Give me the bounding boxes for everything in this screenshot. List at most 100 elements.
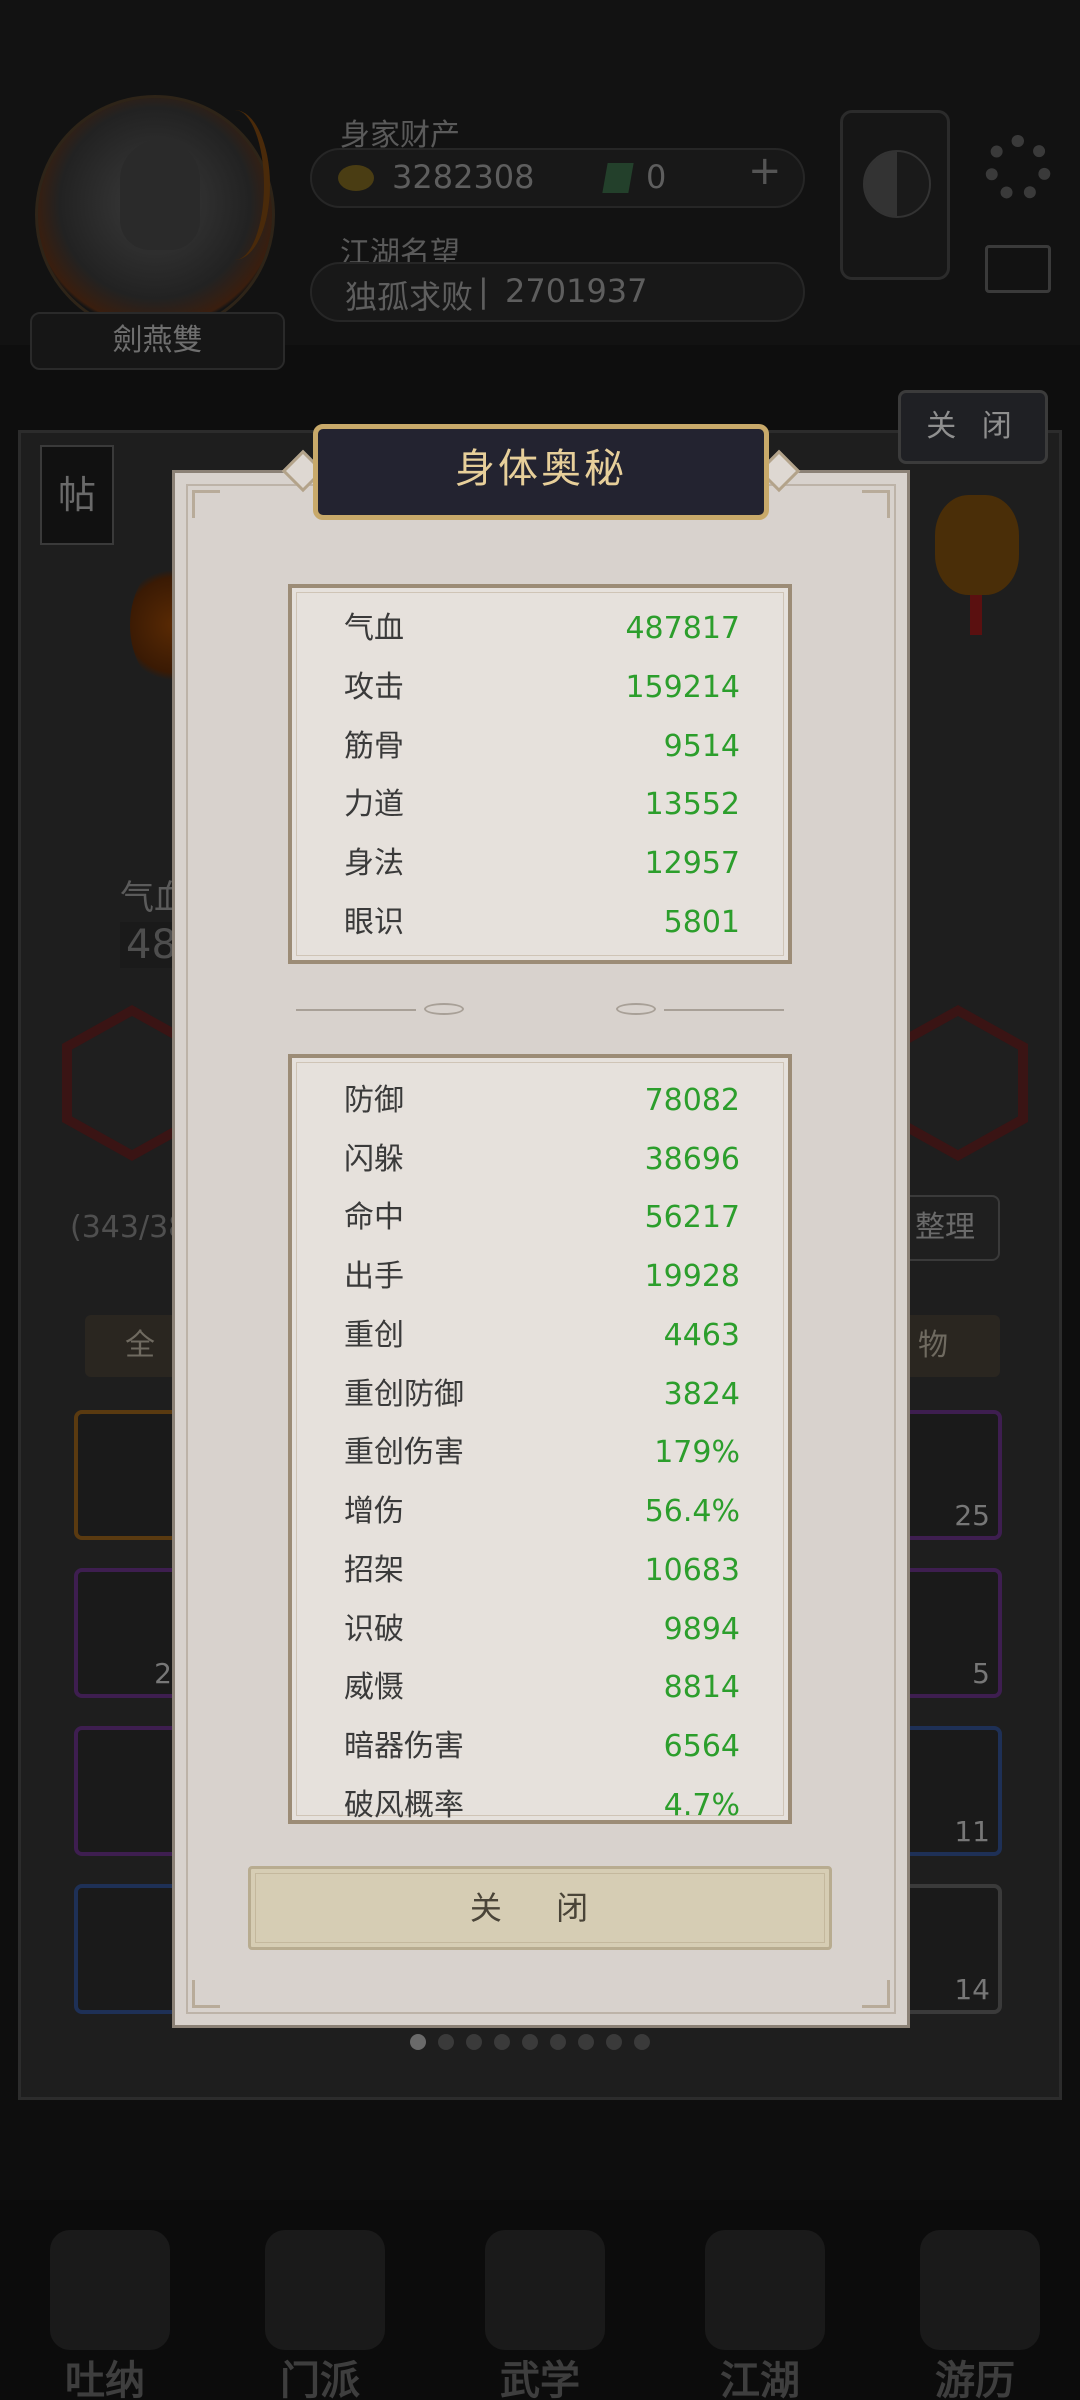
stat-value: 487817 [625, 611, 740, 646]
tuna-icon [50, 2230, 170, 2350]
nav-label: 门派 [280, 2358, 360, 2400]
slot-count: 11 [954, 1815, 990, 1848]
nav-label: 江湖 [720, 2358, 800, 2400]
inventory-slot[interactable] [74, 1884, 184, 2014]
nav-sect[interactable]: 门派 [245, 2230, 395, 2400]
divider-line [664, 1009, 784, 1011]
panel-close-button[interactable]: 关 闭 [898, 390, 1048, 464]
stat-value: 159214 [625, 670, 740, 705]
forbidden-lantern-icon[interactable] [935, 495, 1019, 595]
page-dot[interactable] [466, 2034, 482, 2050]
stat-label: 命中 [344, 1200, 404, 1235]
slot-count: 14 [954, 1973, 990, 2006]
page-dot[interactable] [606, 2034, 622, 2050]
nav-label: 武学 [500, 2358, 580, 2400]
sect-icon [265, 2230, 385, 2350]
jade-icon [602, 163, 634, 193]
stat-label: 出手 [344, 1259, 404, 1294]
stat-value: 10683 [644, 1553, 740, 1588]
page-dot[interactable] [410, 2034, 426, 2050]
stat-value: 179% [654, 1435, 740, 1470]
stat-row: 防御 78082 [344, 1072, 740, 1130]
stat-label: 暗器伤害 [344, 1729, 464, 1764]
dialog-close-button[interactable]: 关 闭 [248, 1866, 832, 1950]
page-dot[interactable] [494, 2034, 510, 2050]
page-dot[interactable] [438, 2034, 454, 2050]
stat-row: 招架 10683 [344, 1542, 740, 1600]
stat-row: 身法 12957 [344, 835, 740, 893]
stat-label: 攻击 [344, 670, 404, 705]
stat-value: 5801 [663, 905, 740, 940]
gold-amount: 3282308 [392, 158, 535, 196]
divider-swirl [616, 1003, 656, 1015]
page-dot[interactable] [578, 2034, 594, 2050]
martial-arts-icon [485, 2230, 605, 2350]
stat-row: 闪躲 38696 [344, 1131, 740, 1189]
stat-row: 破风概率 4.7% [344, 1777, 740, 1823]
dialog-title: 身体奥秘 [455, 446, 627, 492]
stat-label: 力道 [344, 787, 404, 822]
stat-label: 重创伤害 [344, 1435, 464, 1470]
stat-value: 6564 [663, 1729, 740, 1764]
nav-jianghu[interactable]: 江湖 [685, 2230, 835, 2400]
stat-value: 78082 [644, 1083, 740, 1118]
corner-ornament [862, 1980, 890, 2008]
slot-count: 25 [954, 1499, 990, 1532]
add-currency-icon[interactable]: + [748, 148, 782, 194]
stat-row: 命中 56217 [344, 1189, 740, 1247]
player-name: 劍燕雙 [30, 312, 285, 370]
lantern-tassel [970, 595, 982, 635]
page-dot[interactable] [522, 2034, 538, 2050]
stat-row: 威慑 8814 [344, 1659, 740, 1717]
stat-row: 攻击 159214 [344, 659, 740, 717]
section-divider [296, 1003, 784, 1017]
stat-label: 重创 [344, 1318, 404, 1353]
stat-label: 闪躲 [344, 1142, 404, 1177]
stat-label: 破风概率 [344, 1788, 464, 1823]
slot-count: 5 [972, 1657, 990, 1690]
secondary-stats-list[interactable]: 防御 78082 闪躲 38696 命中 56217 出手 19928 重创 4… [288, 1054, 792, 1824]
inventory-slot[interactable] [74, 1410, 184, 1540]
stat-value: 56217 [644, 1200, 740, 1235]
stat-value: 13552 [644, 787, 740, 822]
nav-label: 吐纳 [65, 2358, 145, 2400]
travel-icon [920, 2230, 1040, 2350]
avatar-portrait [120, 140, 200, 250]
stat-row: 筋骨 9514 [344, 718, 740, 776]
stat-label: 气血 [344, 611, 404, 646]
stat-row: 暗器伤害 6564 [344, 1718, 740, 1776]
stat-label: 身法 [344, 846, 404, 881]
stat-label: 招架 [344, 1553, 404, 1588]
taiji-icon [863, 150, 931, 218]
stat-value: 8814 [663, 1670, 740, 1705]
stat-value: 9894 [663, 1612, 740, 1647]
stat-row: 力道 13552 [344, 776, 740, 834]
stat-label: 防御 [344, 1083, 404, 1118]
slot-count: 2 [154, 1657, 172, 1690]
inventory-count: (343/38 [70, 1210, 188, 1245]
inventory-slot[interactable]: 2 [74, 1568, 184, 1698]
stat-label: 筋骨 [344, 729, 404, 764]
stat-value: 12957 [644, 846, 740, 881]
stat-value: 9514 [663, 729, 740, 764]
divider-line [296, 1009, 416, 1011]
stat-label: 眼识 [344, 905, 404, 940]
page-dot[interactable] [550, 2034, 566, 2050]
stat-row: 增伤 56.4% [344, 1483, 740, 1541]
inventory-slot[interactable] [74, 1726, 184, 1856]
stat-row: 重创防御 3824 [344, 1366, 740, 1424]
invite-tag-icon[interactable]: 帖 [40, 445, 114, 545]
nav-tuna[interactable]: 吐纳 [30, 2230, 180, 2400]
page-dot[interactable] [634, 2034, 650, 2050]
nav-martial-arts[interactable]: 武学 [465, 2230, 615, 2400]
stat-value: 38696 [644, 1142, 740, 1177]
nav-travel[interactable]: 游历 [900, 2230, 1050, 2400]
gem-amount: 0 [646, 158, 667, 196]
stat-label: 识破 [344, 1612, 404, 1647]
stat-value: 4.7% [663, 1788, 740, 1823]
gold-coin-icon [338, 165, 374, 191]
stat-label: 重创防御 [344, 1377, 464, 1412]
stat-value: 3824 [663, 1377, 740, 1412]
mail-icon[interactable] [985, 245, 1051, 293]
settings-gear-icon[interactable] [985, 135, 1051, 201]
